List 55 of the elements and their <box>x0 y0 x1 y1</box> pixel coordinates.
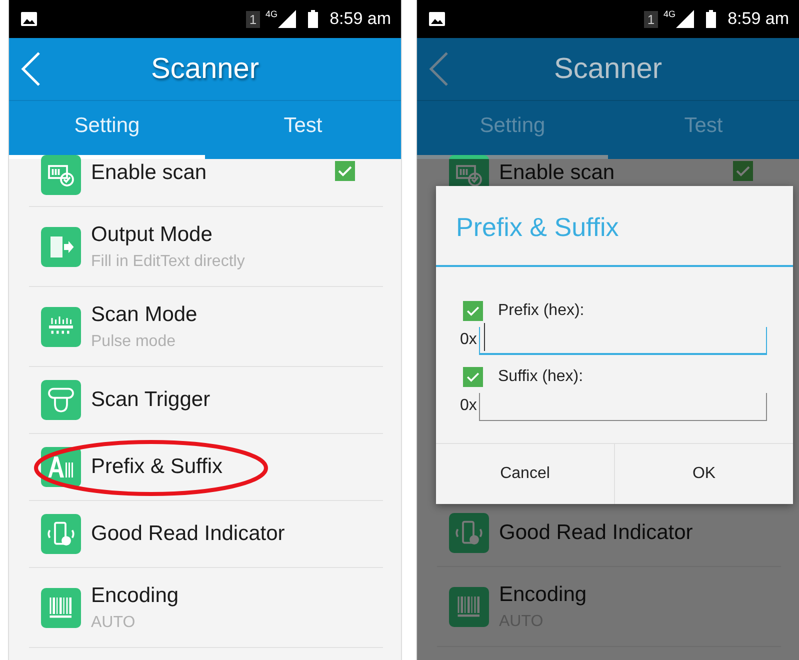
network-label: 4G <box>266 9 278 19</box>
checkbox[interactable] <box>733 161 753 181</box>
setting-title: Scan Mode <box>91 302 198 326</box>
battery-icon <box>308 10 318 28</box>
sim-indicator: 1 <box>246 10 260 28</box>
checkbox[interactable] <box>463 301 483 321</box>
settings-row[interactable]: Prefix & Suffix <box>29 434 383 501</box>
settings-row[interactable]: Output Mode Fill in EditText directly <box>29 207 383 287</box>
setting-value: AUTO <box>91 614 136 632</box>
setting-value: Fill in EditText directly <box>91 252 246 270</box>
setting-title: Encoding <box>91 584 180 608</box>
checkbox[interactable] <box>463 367 483 387</box>
checkbox[interactable] <box>335 161 355 181</box>
signal-icon <box>676 10 694 28</box>
settings-row[interactable]: Encoding AUTO <box>29 568 383 648</box>
setting-title: Good Read Indicator <box>499 521 694 545</box>
setting-icon <box>41 306 81 346</box>
dialog-button[interactable]: OK <box>614 444 793 504</box>
setting-title: Good Read Indicator <box>91 522 286 546</box>
setting-title: Enable scan <box>499 161 616 185</box>
hex-input-field[interactable] <box>478 393 767 421</box>
dialog-button[interactable]: Cancel <box>436 444 614 504</box>
setting-icon <box>41 226 81 266</box>
setting-icon <box>41 588 81 628</box>
settings-row[interactable]: Scan Trigger <box>29 367 383 434</box>
battery-icon <box>706 10 716 28</box>
signal-icon <box>278 10 296 28</box>
setting-title: Encoding <box>499 582 588 606</box>
image-icon <box>429 12 445 26</box>
field-label: Suffix (hex): <box>498 368 584 386</box>
hex-prefix: 0x <box>460 331 477 350</box>
setting-value: Pulse mode <box>91 332 176 350</box>
network-label: 4G <box>664 9 676 19</box>
setting-title: Scan Trigger <box>91 388 212 412</box>
hex-prefix: 0x <box>460 397 477 416</box>
sim-indicator: 1 <box>644 10 658 28</box>
back-icon[interactable] <box>429 51 449 87</box>
screen-title: Scanner <box>554 52 662 86</box>
field-label: Prefix (hex): <box>498 302 584 320</box>
setting-icon <box>41 155 81 195</box>
setting-icon <box>449 586 489 626</box>
image-icon <box>21 12 37 26</box>
screen-title: Scanner <box>151 52 259 86</box>
setting-icon <box>41 514 81 554</box>
setting-title: Prefix & Suffix <box>91 455 224 479</box>
setting-icon <box>449 513 489 553</box>
clock-time: 8:59 am <box>728 9 789 29</box>
clock-time: 8:59 am <box>330 9 391 29</box>
settings-row[interactable]: Good Read Indicator <box>29 501 383 568</box>
setting-title: Output Mode <box>91 222 214 246</box>
settings-row[interactable]: Scan Mode Pulse mode <box>29 287 383 367</box>
setting-title: Enable scan <box>91 161 208 185</box>
setting-icon <box>41 380 81 420</box>
dialog-title: Prefix & Suffix <box>436 186 793 267</box>
settings-row[interactable]: Enable scan <box>29 155 383 207</box>
